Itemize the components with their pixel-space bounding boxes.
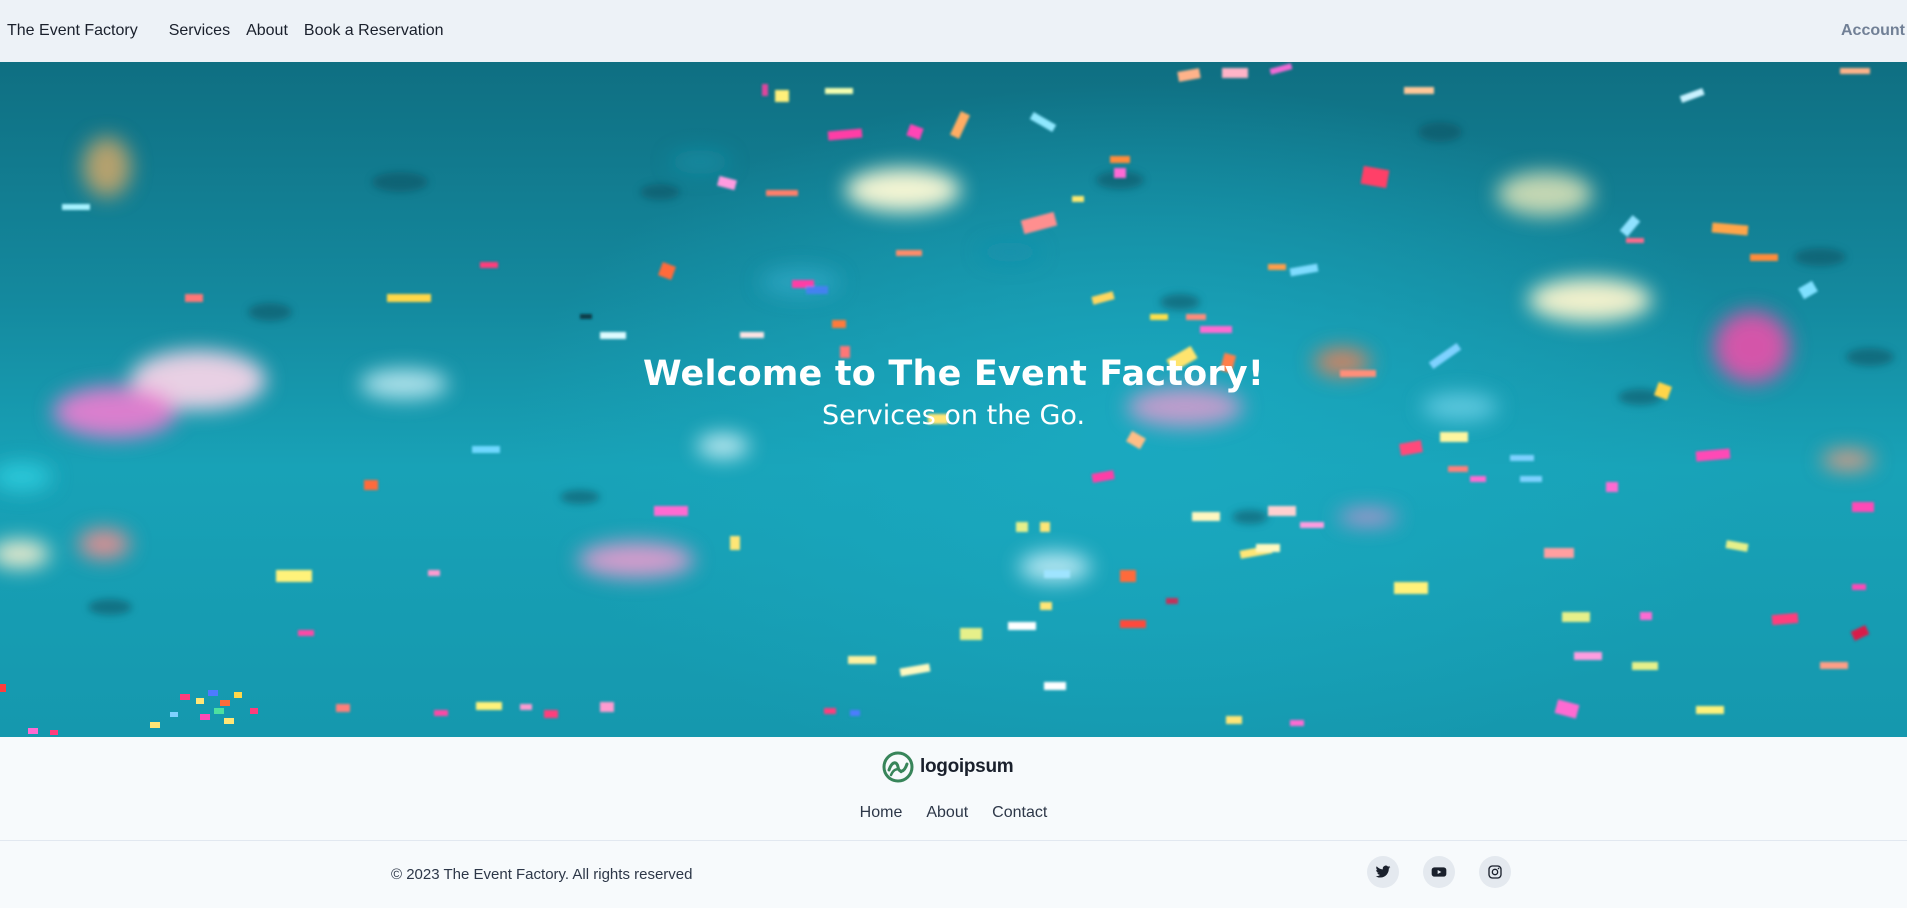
footer-bottom-bar: © 2023 The Event Factory. All rights res… (0, 841, 1907, 908)
nav-link-book-reservation[interactable]: Book a Reservation (304, 22, 444, 40)
nav-link-services[interactable]: Services (169, 22, 230, 40)
youtube-icon (1431, 867, 1447, 877)
nav-links: Services About Book a Reservation (169, 22, 444, 40)
account-button[interactable]: Account (1841, 22, 1905, 40)
twitter-button[interactable] (1367, 856, 1399, 888)
instagram-icon (1488, 865, 1502, 879)
hero-title: Welcome to The Event Factory! (642, 354, 1265, 394)
logoipsum-icon (882, 751, 914, 783)
footer-link-about[interactable]: About (926, 804, 968, 822)
nav-link-about[interactable]: About (246, 22, 288, 40)
instagram-button[interactable] (1479, 856, 1511, 888)
hero-banner: Welcome to The Event Factory! Services o… (0, 62, 1907, 737)
hero-text-block: Welcome to The Event Factory! Services o… (0, 354, 1907, 431)
copyright-text: © 2023 The Event Factory. All rights res… (391, 866, 693, 883)
footer-links: Home About Contact (0, 804, 1907, 822)
youtube-button[interactable] (1423, 856, 1455, 888)
social-links (1367, 856, 1511, 888)
brand-link[interactable]: The Event Factory (7, 22, 138, 40)
footer: logoipsum Home About Contact (0, 737, 1907, 841)
twitter-icon (1375, 865, 1391, 878)
top-nav: The Event Factory Services About Book a … (0, 0, 1907, 62)
footer-logo[interactable]: logoipsum (882, 751, 1014, 783)
logo-text: logoipsum (920, 756, 1014, 777)
footer-link-contact[interactable]: Contact (992, 804, 1047, 822)
hero-subtitle: Services on the Go. (821, 400, 1086, 431)
footer-link-home[interactable]: Home (860, 804, 903, 822)
